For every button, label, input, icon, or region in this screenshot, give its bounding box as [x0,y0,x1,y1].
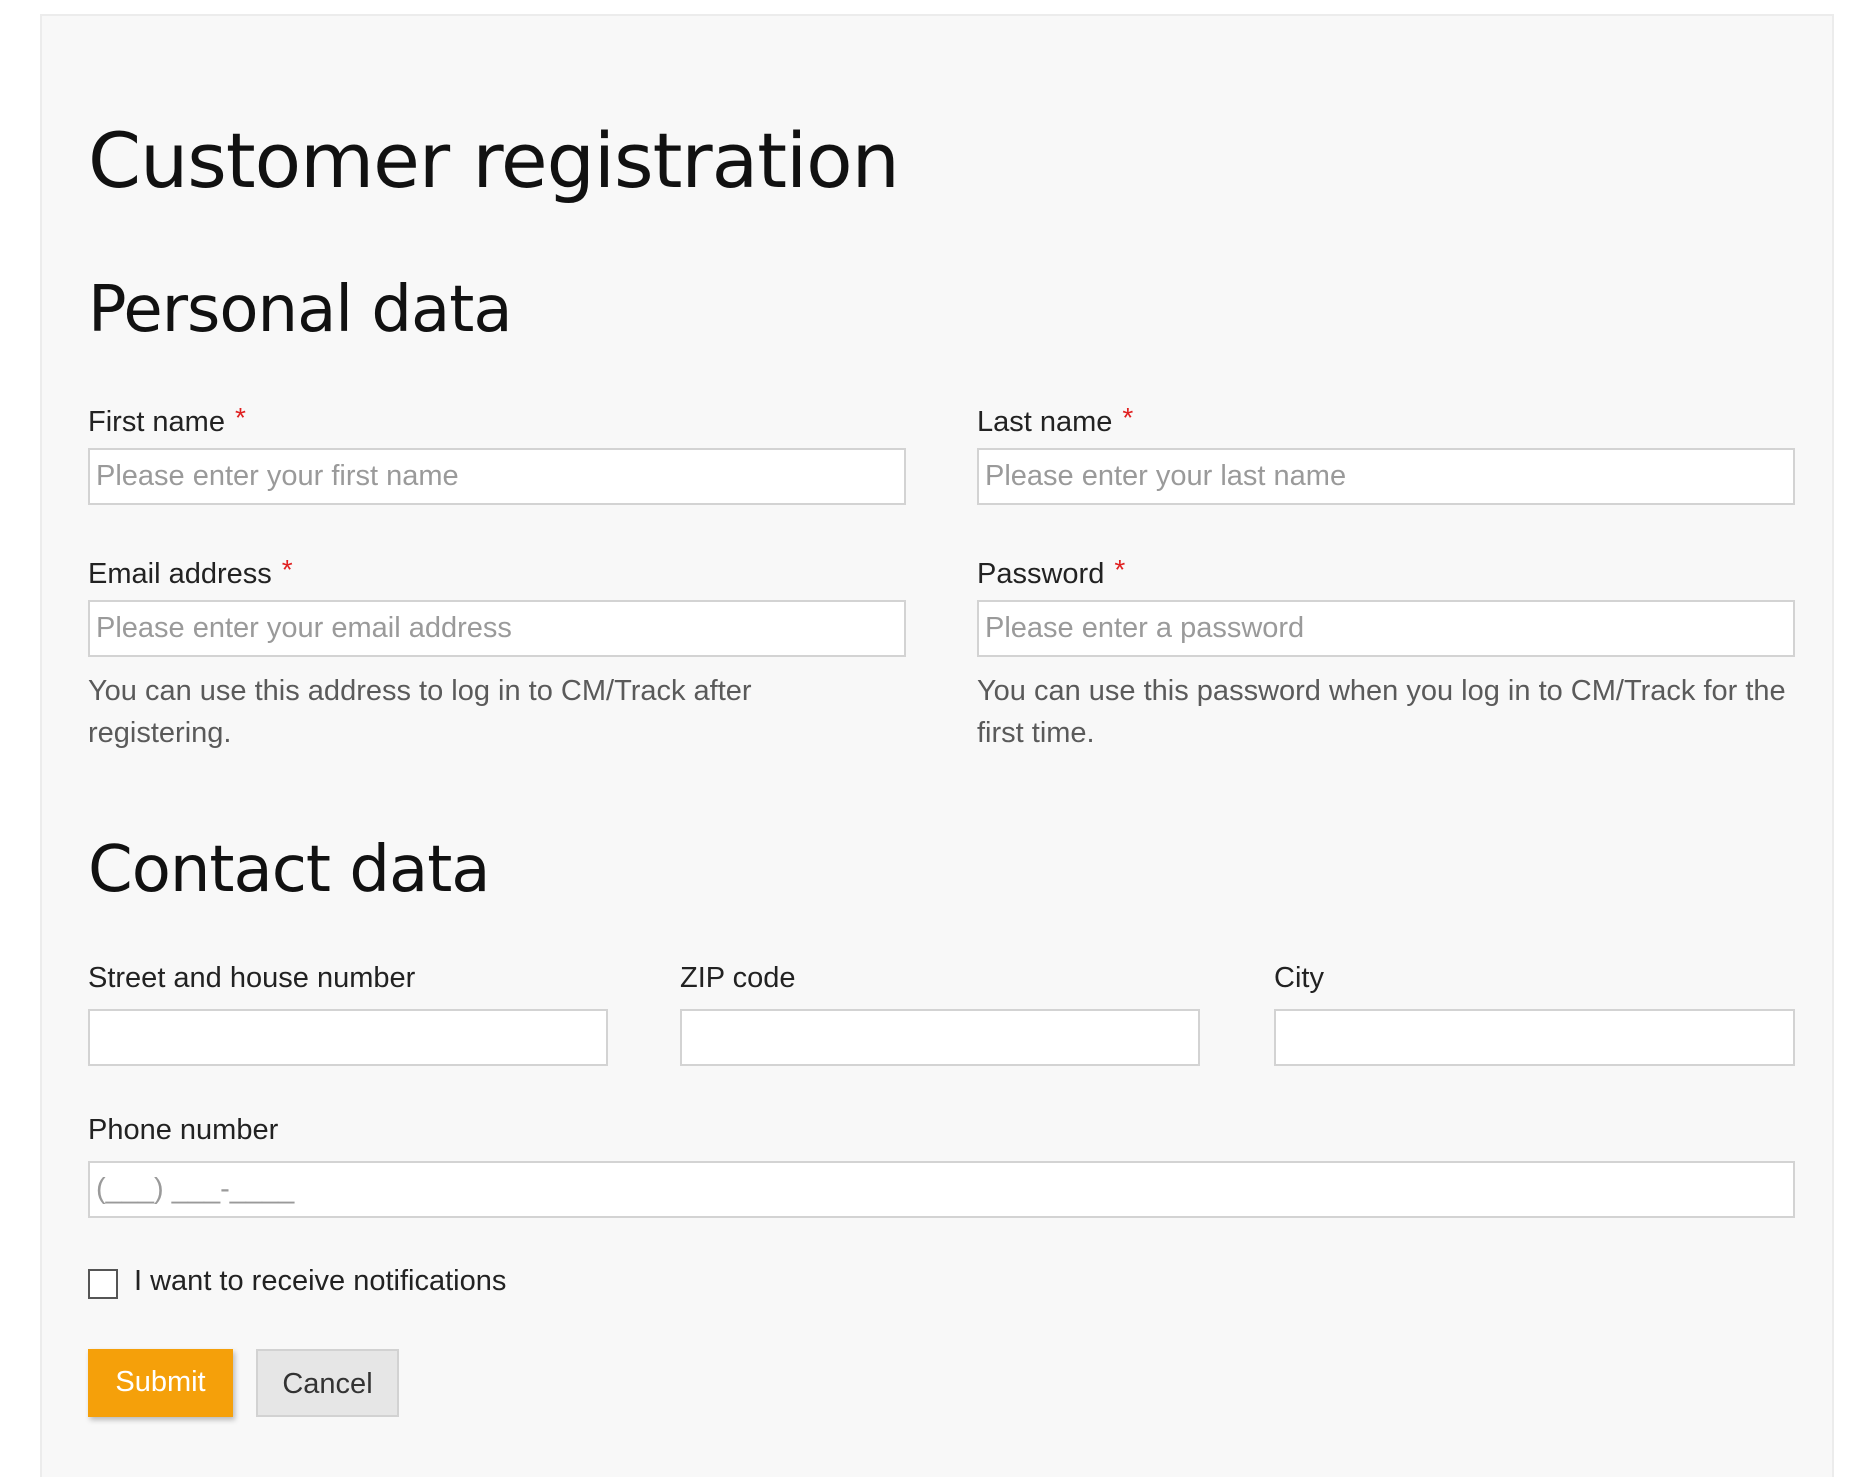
email-input[interactable] [88,600,906,657]
notifications-label: I want to receive notifications [134,1265,507,1297]
password-label: Password * [977,554,1125,591]
street-input[interactable] [88,1009,608,1066]
first-name-label: First name * [88,402,246,439]
phone-input[interactable] [88,1161,1795,1218]
page-title: Customer registration [88,116,900,205]
first-name-label-text: First name [88,406,225,438]
required-marker: * [234,402,246,433]
email-label: Email address * [88,554,293,591]
submit-button[interactable]: Submit [88,1349,233,1417]
cancel-button[interactable]: Cancel [256,1349,399,1417]
street-label: Street and house number [88,962,416,994]
email-label-text: Email address [88,558,272,590]
first-name-input[interactable] [88,448,906,505]
contact-data-heading: Contact data [88,833,490,907]
required-marker: * [281,554,293,585]
required-marker: * [1114,554,1126,585]
zip-input[interactable] [680,1009,1200,1066]
required-marker: * [1122,402,1134,433]
password-label-text: Password [977,558,1105,590]
email-help-text: You can use this address to log in to CM… [88,675,752,749]
password-help-text: You can use this password when you log i… [977,675,1786,749]
last-name-input[interactable] [977,448,1795,505]
personal-data-heading: Personal data [88,273,513,347]
city-label: City [1274,962,1324,994]
password-input[interactable] [977,600,1795,657]
last-name-label-text: Last name [977,406,1113,438]
city-input[interactable] [1274,1009,1795,1066]
notifications-checkbox[interactable] [88,1269,118,1299]
zip-label: ZIP code [680,962,796,994]
last-name-label: Last name * [977,402,1133,439]
registration-panel: Customer registration Personal data Firs… [40,14,1834,1477]
phone-label: Phone number [88,1114,279,1146]
